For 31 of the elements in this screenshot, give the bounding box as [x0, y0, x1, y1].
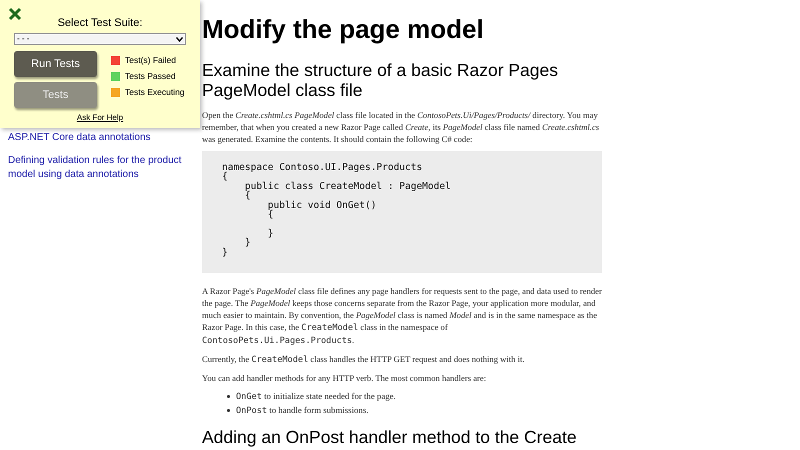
- legend-label: Tests Passed: [125, 71, 176, 81]
- page-title: Modify the page model: [202, 14, 485, 44]
- code-line: public void OnGet(): [266, 200, 376, 210]
- paragraph: You can add handler methods for any HTTP verb. The most common handlers are:: [202, 372, 488, 384]
- code-line: {: [244, 191, 251, 201]
- panel-title: Select Test Suite:: [56, 16, 144, 30]
- bullet-icon: [227, 395, 230, 398]
- list-item: OnGet to initialize state needed for the page.: [236, 390, 396, 403]
- help-link[interactable]: Ask For Help: [76, 113, 124, 123]
- bullet-icon: [227, 409, 230, 412]
- code-line: }: [244, 238, 251, 248]
- code-line: {: [222, 172, 228, 182]
- list-item: OnPost to handle form submissions.: [236, 404, 368, 417]
- code-line: }: [266, 228, 274, 238]
- test-button[interactable]: Run Tests: [14, 51, 97, 77]
- paragraph: A Razor Page's PageModel class file defines any page handlers for requests sent to the page, and data used to render the page. The PageModel keeps those concerns separate from the Razor Page, your application more modular, and much easier to maintain. By convention, the PageModel class is named Model and is in the same namespace as the Razor Page. In this case, the CreateModel class in the namespace of ContosoPets.Ui.Pages.Products.: [202, 285, 602, 347]
- close-icon[interactable]: [8, 7, 22, 21]
- legend-label: Test(s) Failed: [125, 55, 176, 65]
- paragraph: Currently, the CreateModel class handles the HTTP GET request and does nothing with it.: [202, 353, 526, 366]
- section-heading: Examine the structure of a basic Razor Pages PageModel class file: [202, 60, 560, 100]
- suite-select[interactable]: - - -: [14, 33, 186, 45]
- sidebar-link[interactable]: Defining validation rules for the product model using data annotations: [8, 154, 192, 182]
- code-line: public class CreateModel : PageModel: [244, 182, 451, 192]
- paragraph: Open the Create.cshtml.cs PageModel class file located in the ContosoPets.Ui/Pages/Products/ directory. You may remember, that when you created a new Razor Page called Create, its PageModel class file named Create.cshtml.cs was generated. Examine the contents. It should contain the following C# code:: [202, 109, 600, 145]
- code-line: }: [222, 248, 228, 258]
- code-line: {: [266, 210, 274, 220]
- section-heading: Adding an OnPost handler method to the Create: [202, 427, 578, 447]
- code-line: namespace Contoso.UI.Pages.Products: [222, 163, 422, 172]
- sidebar-link[interactable]: ASP.NET Core data annotations: [8, 131, 192, 145]
- legend-label: Tests Executing: [125, 87, 185, 97]
- chevron-down-icon: [176, 36, 183, 42]
